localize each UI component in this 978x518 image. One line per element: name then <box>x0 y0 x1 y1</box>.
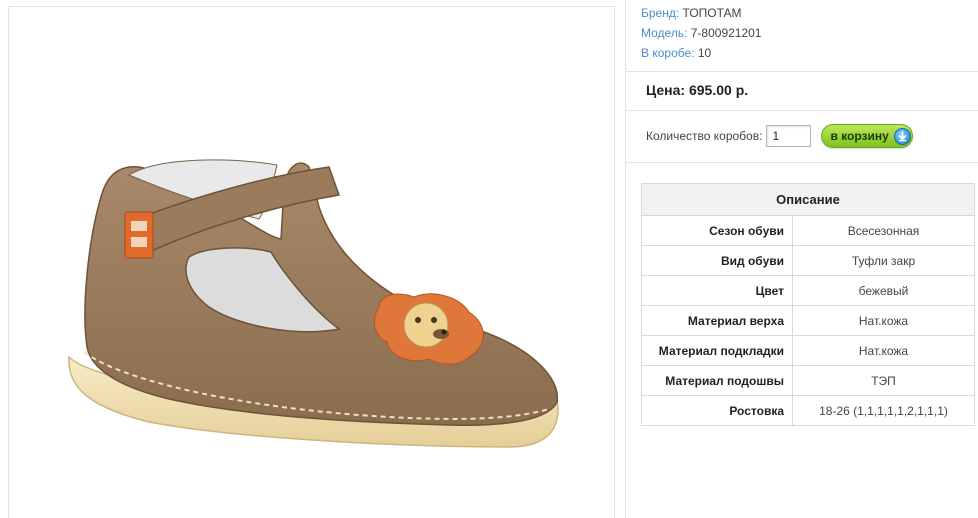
table-row: Ростовка 18-26 (1,1,1,1,1,2,1,1,1) <box>641 395 975 426</box>
attribute-name: Цвет <box>641 275 793 306</box>
attribute-value: Туфли закр <box>792 245 975 276</box>
price: Цена: 695.00 р. <box>646 82 749 98</box>
description-table: Описание Сезон обуви Всесезонная Вид обу… <box>641 183 975 426</box>
divider <box>626 71 978 72</box>
attribute-value: ТЭП <box>792 365 975 396</box>
table-row: Материал подкладки Нат.кожа <box>641 335 975 366</box>
product-info: Бренд: ТОПОТАМ Модель: 7-800921201 В кор… <box>641 3 761 63</box>
table-row: Материал верха Нат.кожа <box>641 305 975 336</box>
description-title: Описание <box>641 183 975 216</box>
add-to-cart-label: в корзину <box>830 129 889 143</box>
brand-label[interactable]: Бренд: <box>641 6 679 20</box>
attribute-value: Нат.кожа <box>792 305 975 336</box>
box-value: 10 <box>697 46 712 60</box>
description-header-row: Описание <box>641 183 975 216</box>
product-image-shoe <box>68 159 559 448</box>
table-row: Вид обуви Туфли закр <box>641 245 975 276</box>
attribute-name: Материал подошвы <box>641 365 793 396</box>
brand-line: Бренд: ТОПОТАМ <box>641 3 761 23</box>
arrow-down-circle-icon <box>893 127 911 145</box>
attribute-value: Всесезонная <box>792 215 975 246</box>
attribute-name: Вид обуви <box>641 245 793 276</box>
quantity-input[interactable] <box>766 125 812 147</box>
product-image-panel[interactable] <box>8 6 615 518</box>
attribute-name: Материал верха <box>641 305 793 336</box>
attribute-value: бежевый <box>792 275 975 306</box>
box-label[interactable]: В коробе: <box>641 46 695 60</box>
model-label[interactable]: Модель: <box>641 26 687 40</box>
table-row: Материал подошвы ТЭП <box>641 365 975 396</box>
add-to-cart-button[interactable]: в корзину <box>821 124 914 148</box>
attribute-name: Материал подкладки <box>641 335 793 366</box>
attribute-value: Нат.кожа <box>792 335 975 366</box>
brand-value: ТОПОТАМ <box>682 6 742 20</box>
table-row: Сезон обуви Всесезонная <box>641 215 975 246</box>
divider <box>626 162 978 163</box>
attribute-name: Ростовка <box>641 395 793 426</box>
model-line: Модель: 7-800921201 <box>641 23 761 43</box>
table-row: Цвет бежевый <box>641 275 975 306</box>
divider <box>626 110 978 111</box>
attribute-name: Сезон обуви <box>641 215 793 246</box>
quantity-label: Количество коробов: <box>646 129 763 143</box>
attribute-value: 18-26 (1,1,1,1,1,2,1,1,1) <box>792 395 975 426</box>
box-line: В коробе: 10 <box>641 43 761 63</box>
model-value: 7-800921201 <box>690 26 762 40</box>
order-row: Количество коробов: в корзину <box>646 124 914 148</box>
column-divider <box>625 0 626 518</box>
